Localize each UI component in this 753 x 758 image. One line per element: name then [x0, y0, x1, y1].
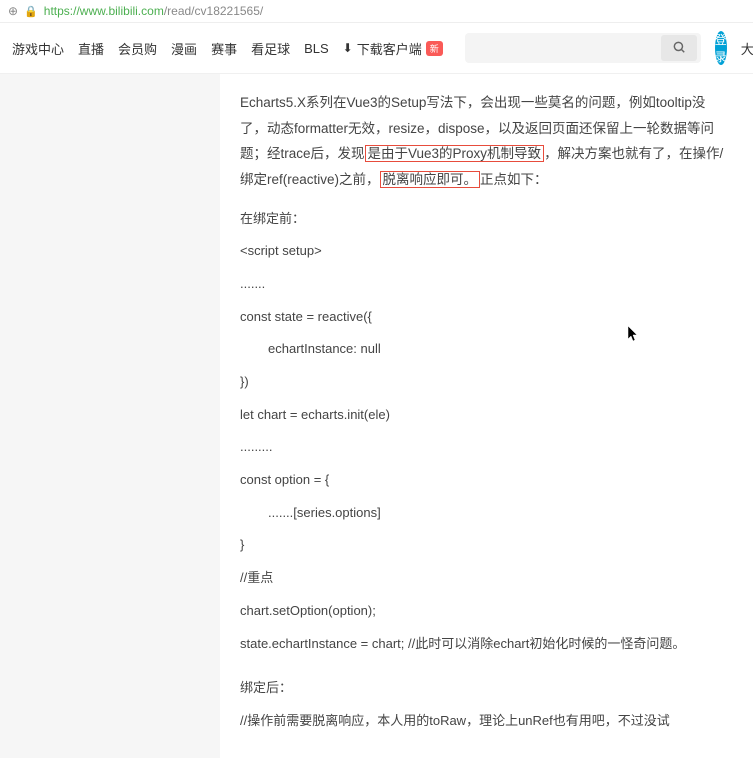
nav-bls[interactable]: BLS	[304, 41, 329, 56]
code-line: const state = reactive({	[240, 305, 730, 330]
code-line: .........	[240, 435, 730, 460]
article-body: Echarts5.X系列在Vue3的Setup写法下，会出现一些莫名的问题，例如…	[220, 74, 750, 758]
download-icon: ⬇	[343, 41, 353, 55]
nav-member[interactable]: 会员购	[118, 39, 157, 58]
lock-icon: 🔒	[24, 5, 38, 18]
login-label: 登录	[715, 31, 727, 65]
nav-right-text[interactable]: 大会	[741, 39, 753, 58]
code-line: }	[240, 533, 730, 558]
nav-download[interactable]: ⬇ 下载客户端 新	[343, 39, 443, 58]
code-line: .......	[240, 272, 730, 297]
left-sidebar	[0, 74, 220, 758]
code-line: //重点	[240, 566, 730, 591]
login-button[interactable]: 登录	[715, 31, 727, 65]
search-box[interactable]	[465, 33, 701, 63]
highlight-2: 脱离响应即可。	[380, 171, 481, 188]
nav-match[interactable]: 赛事	[211, 39, 237, 58]
label-after-bind: 绑定后：	[240, 676, 730, 701]
code-line: state.echartInstance = chart; //此时可以消除ec…	[240, 632, 730, 657]
code-line: let chart = echarts.init(ele)	[240, 403, 730, 428]
shield-icon: ⊕	[8, 4, 18, 18]
browser-url-bar: ⊕ 🔒 https://www.bilibili.com/read/cv1822…	[0, 0, 753, 23]
code-line: //操作前需要脱离响应，本人用的toRaw，理论上unRef也有用吧，不过没试	[240, 709, 730, 734]
download-label: 下载客户端	[357, 39, 422, 58]
intro-paragraph: Echarts5.X系列在Vue3的Setup写法下，会出现一些莫名的问题，例如…	[240, 90, 730, 193]
top-navigation: 游戏中心 直播 会员购 漫画 赛事 看足球 BLS ⬇ 下载客户端 新 登录 大…	[0, 23, 753, 74]
code-line: chart.setOption(option);	[240, 599, 730, 624]
search-input[interactable]	[469, 41, 661, 56]
code-line: const option = {	[240, 468, 730, 493]
code-line: <script setup>	[240, 239, 730, 264]
nav-football[interactable]: 看足球	[251, 39, 290, 58]
code-line: echartInstance: null	[240, 337, 730, 362]
search-icon	[672, 40, 686, 57]
badge-new: 新	[426, 41, 443, 56]
url-text: https://www.bilibili.com/read/cv18221565…	[44, 4, 263, 18]
search-button[interactable]	[661, 35, 697, 61]
nav-manga[interactable]: 漫画	[171, 39, 197, 58]
nav-live[interactable]: 直播	[78, 39, 104, 58]
highlight-1: 是由于Vue3的Proxy机制导致	[365, 145, 545, 162]
code-line: .......[series.options]	[240, 501, 730, 526]
content-area: Echarts5.X系列在Vue3的Setup写法下，会出现一些莫名的问题，例如…	[0, 74, 753, 758]
label-before-bind: 在绑定前：	[240, 207, 730, 232]
nav-game-center[interactable]: 游戏中心	[12, 39, 64, 58]
code-line: })	[240, 370, 730, 395]
